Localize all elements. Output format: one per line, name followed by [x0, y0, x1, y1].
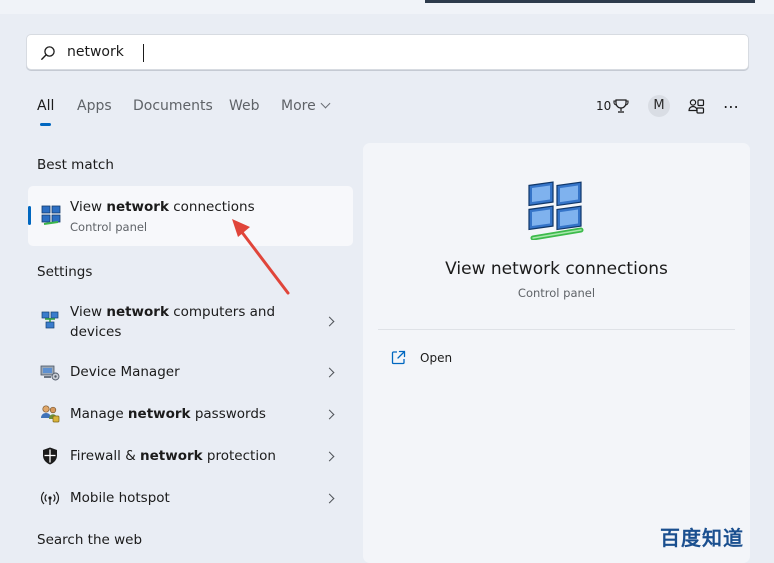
- preview-divider: [378, 329, 735, 330]
- avatar[interactable]: M: [648, 95, 670, 117]
- section-best-match: Best match: [37, 157, 114, 173]
- rewards-icon[interactable]: [613, 98, 629, 114]
- device-manager-icon: [40, 365, 60, 381]
- shield-icon: [43, 447, 57, 465]
- network-connections-icon: [528, 181, 584, 240]
- chevron-right-icon: [324, 367, 335, 378]
- watermark: 百度知道: [660, 526, 744, 550]
- setting-label: Firewall & network protection: [70, 448, 276, 464]
- taskbar-edge: [425, 0, 755, 3]
- tab-documents[interactable]: Documents: [133, 98, 213, 114]
- preview-pane: View network connections Control panel O…: [363, 143, 750, 563]
- window-top-strip: [0, 0, 774, 14]
- search-icon: [41, 46, 55, 60]
- tab-more-label: More: [281, 98, 316, 114]
- open-external-icon: [391, 350, 406, 365]
- selection-indicator: [28, 206, 31, 225]
- section-search-web: Search the web: [37, 532, 143, 548]
- text-caret: [143, 44, 144, 62]
- setting-mobile-hotspot[interactable]: Mobile hotspot: [37, 488, 347, 508]
- search-input[interactable]: network: [26, 34, 749, 70]
- best-match-subtitle: Control panel: [70, 220, 148, 234]
- setting-label: View network computers and devices: [70, 304, 276, 340]
- credential-manager-icon: [41, 405, 60, 423]
- chevron-down-icon: [320, 98, 331, 109]
- setting-label: Device Manager: [70, 364, 180, 380]
- hotspot-icon: [40, 491, 60, 505]
- chevron-right-icon: [324, 316, 335, 327]
- network-computers-icon: [41, 311, 59, 329]
- more-options-icon[interactable]: ⋯: [723, 97, 740, 116]
- best-match-result[interactable]: View network connections Control panel: [28, 186, 353, 246]
- preview-subtitle: Control panel: [517, 286, 596, 300]
- network-connections-icon: [41, 205, 61, 225]
- section-settings: Settings: [37, 264, 93, 280]
- people-search-icon[interactable]: [688, 98, 705, 115]
- tab-apps[interactable]: Apps: [77, 98, 112, 114]
- search-query: network: [67, 44, 124, 60]
- setting-label: Manage network passwords: [70, 406, 266, 422]
- setting-network-computers[interactable]: View network computers and devices: [37, 302, 347, 342]
- rewards-count: 10: [596, 99, 612, 113]
- setting-firewall-protection[interactable]: Firewall & network protection: [37, 446, 347, 466]
- setting-device-manager[interactable]: Device Manager: [37, 362, 347, 382]
- annotation-arrow-icon: [232, 219, 290, 295]
- active-tab-indicator: [40, 123, 51, 126]
- chevron-right-icon: [324, 493, 335, 504]
- tab-web[interactable]: Web: [229, 98, 260, 114]
- setting-manage-passwords[interactable]: Manage network passwords: [37, 404, 347, 424]
- open-action[interactable]: Open: [391, 348, 591, 368]
- setting-label: Mobile hotspot: [70, 490, 170, 506]
- preview-title: View network connections: [445, 259, 668, 279]
- chevron-right-icon: [324, 451, 335, 462]
- chevron-right-icon: [324, 409, 335, 420]
- open-label: Open: [420, 351, 453, 365]
- tab-all[interactable]: All: [37, 98, 54, 114]
- tab-more[interactable]: More: [281, 98, 331, 114]
